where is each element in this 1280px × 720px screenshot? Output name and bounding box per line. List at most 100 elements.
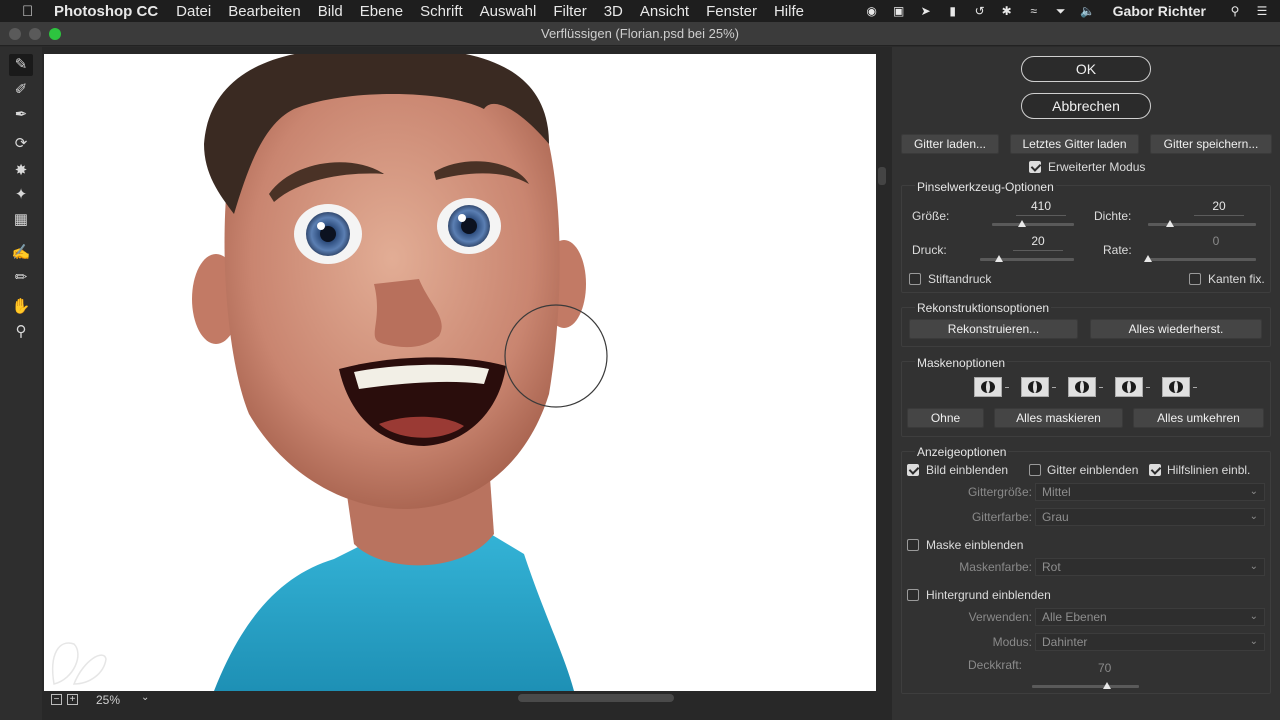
mask-separator-dot	[1146, 387, 1150, 388]
advanced-mode-checkbox[interactable]	[1029, 161, 1041, 173]
show-image-checkbox[interactable]	[907, 464, 919, 476]
menu-3d[interactable]: 3D	[604, 3, 623, 20]
push-left-tool-icon[interactable]: ▦	[9, 209, 33, 231]
show-guides-checkbox[interactable]	[1149, 464, 1161, 476]
menu-schrift[interactable]: Schrift	[420, 3, 463, 20]
wifi-icon[interactable]: ≈	[1026, 4, 1042, 18]
show-backdrop-checkbox[interactable]	[907, 589, 919, 601]
opacity-label: Deckkraft:	[967, 658, 1022, 672]
twirl-tool-icon[interactable]: ⟳	[9, 133, 33, 155]
menu-ebene[interactable]: Ebene	[360, 3, 403, 20]
pressure-slider-thumb[interactable]	[994, 255, 1003, 262]
reconstruct-button[interactable]: Rekonstruieren...	[909, 319, 1078, 339]
menu-bearbeiten[interactable]: Bearbeiten	[228, 3, 301, 20]
size-slider[interactable]	[992, 223, 1074, 226]
menu-fenster[interactable]: Fenster	[706, 3, 757, 20]
record-icon[interactable]: ◉	[864, 4, 880, 18]
bloat-tool-icon[interactable]: ✦	[9, 184, 33, 206]
pressure-value[interactable]: 20	[1013, 234, 1063, 251]
eject-icon[interactable]: ⏷	[1053, 4, 1069, 18]
user-name[interactable]: Gabor Richter	[1113, 3, 1206, 19]
pucker-tool-icon[interactable]: ✸	[9, 160, 33, 182]
show-image-label: Bild einblenden	[926, 463, 1009, 477]
opacity-slider-thumb[interactable]	[1102, 682, 1111, 689]
mask-color-value: Rot	[1042, 560, 1061, 574]
camera-icon[interactable]: ▣	[891, 4, 907, 18]
load-mesh-button[interactable]: Gitter laden...	[901, 134, 999, 154]
mask-separator-dot	[1005, 387, 1009, 388]
menu-filter[interactable]: Filter	[553, 3, 586, 20]
use-select[interactable]: Alle Ebenen ⌄	[1035, 608, 1265, 626]
density-value[interactable]: 20	[1194, 199, 1244, 216]
show-mask-checkbox[interactable]	[907, 539, 919, 551]
mesh-size-select[interactable]: Mittel ⌄	[1035, 483, 1265, 501]
mask-replace-icon[interactable]	[974, 377, 1002, 397]
mask-color-select[interactable]: Rot ⌄	[1035, 558, 1265, 576]
time-machine-icon[interactable]: ↺	[972, 4, 988, 18]
mask-options-title: Maskenoptionen	[915, 356, 1008, 370]
volume-icon[interactable]: 🔈	[1080, 4, 1096, 18]
mesh-color-value: Grau	[1042, 510, 1069, 524]
zoom-dropdown-chevron-icon[interactable]: ⌄	[141, 692, 149, 703]
menu-ansicht[interactable]: Ansicht	[640, 3, 689, 20]
mask-intersect-icon[interactable]	[1115, 377, 1143, 397]
tools-panel: ✎ ✐ ✒ ⟳ ✸ ✦ ▦ ✍ ✏ ✋ ⚲	[0, 47, 42, 720]
stylus-pressure-checkbox[interactable]	[909, 273, 921, 285]
zoom-out-button[interactable]: −	[51, 694, 62, 705]
cancel-button[interactable]: Abbrechen	[1021, 93, 1151, 119]
mask-separator-dot	[1099, 387, 1103, 388]
rate-value[interactable]: 0	[1191, 234, 1241, 250]
send-icon[interactable]: ➤	[918, 4, 934, 18]
mask-subtract-icon[interactable]	[1068, 377, 1096, 397]
zoom-tool-icon[interactable]: ⚲	[9, 321, 33, 343]
mask-all-button[interactable]: Alles maskieren	[994, 408, 1123, 428]
thaw-mask-tool-icon[interactable]: ✏	[9, 267, 33, 289]
forward-warp-tool-icon[interactable]: ✎	[9, 54, 33, 76]
bluetooth-icon[interactable]: ✱	[999, 4, 1015, 18]
zoom-level[interactable]: 25%	[96, 693, 120, 707]
show-mask-label: Maske einblenden	[926, 538, 1024, 552]
load-last-mesh-button[interactable]: Letztes Gitter laden	[1010, 134, 1139, 154]
size-slider-thumb[interactable]	[1018, 220, 1027, 227]
invert-all-button[interactable]: Alles umkehren	[1133, 408, 1264, 428]
density-slider[interactable]	[1148, 223, 1256, 226]
mode-select[interactable]: Dahinter ⌄	[1035, 633, 1265, 651]
size-value[interactable]: 410	[1016, 199, 1066, 216]
chevron-down-icon: ⌄	[1249, 486, 1258, 497]
zoom-in-button[interactable]: +	[67, 694, 78, 705]
list-icon[interactable]: ☰	[1254, 4, 1270, 18]
rate-slider[interactable]	[1148, 258, 1256, 261]
reconstruct-tool-icon[interactable]: ✐	[9, 79, 33, 101]
show-mesh-checkbox[interactable]	[1029, 464, 1041, 476]
battery-icon[interactable]: ▮	[945, 4, 961, 18]
density-slider-thumb[interactable]	[1165, 220, 1174, 227]
vertical-scrollbar[interactable]	[878, 167, 886, 185]
ok-button[interactable]: OK	[1021, 56, 1151, 82]
mask-none-button[interactable]: Ohne	[907, 408, 984, 428]
hand-tool-icon[interactable]: ✋	[9, 296, 33, 318]
smooth-tool-icon[interactable]: ✒	[9, 104, 33, 126]
mode-value: Dahinter	[1042, 635, 1088, 649]
image-canvas[interactable]	[44, 54, 876, 691]
menu-auswahl[interactable]: Auswahl	[480, 3, 537, 20]
rate-slider-thumb[interactable]	[1144, 255, 1152, 262]
use-label: Verwenden:	[968, 610, 1032, 624]
restore-all-button[interactable]: Alles wiederherst.	[1090, 319, 1262, 339]
save-mesh-button[interactable]: Gitter speichern...	[1150, 134, 1272, 154]
chevron-down-icon: ⌄	[1249, 561, 1258, 572]
mask-invert-icon[interactable]	[1162, 377, 1190, 397]
opacity-value[interactable]: 70	[1098, 661, 1111, 675]
app-menu[interactable]: Photoshop CC	[54, 3, 158, 20]
status-bar: − + 25% ⌄	[42, 691, 892, 709]
pin-edges-checkbox[interactable]	[1189, 273, 1201, 285]
mesh-color-select[interactable]: Grau ⌄	[1035, 508, 1265, 526]
apple-icon[interactable]: 	[22, 3, 40, 20]
menu-bild[interactable]: Bild	[318, 3, 343, 20]
mask-add-icon[interactable]	[1021, 377, 1049, 397]
menu-hilfe[interactable]: Hilfe	[774, 3, 804, 20]
search-icon[interactable]: ⚲	[1227, 4, 1243, 18]
opacity-slider[interactable]	[1032, 685, 1139, 688]
menu-datei[interactable]: Datei	[176, 3, 211, 20]
mesh-size-label: Gittergröße:	[967, 485, 1032, 499]
freeze-mask-tool-icon[interactable]: ✍	[9, 242, 33, 264]
